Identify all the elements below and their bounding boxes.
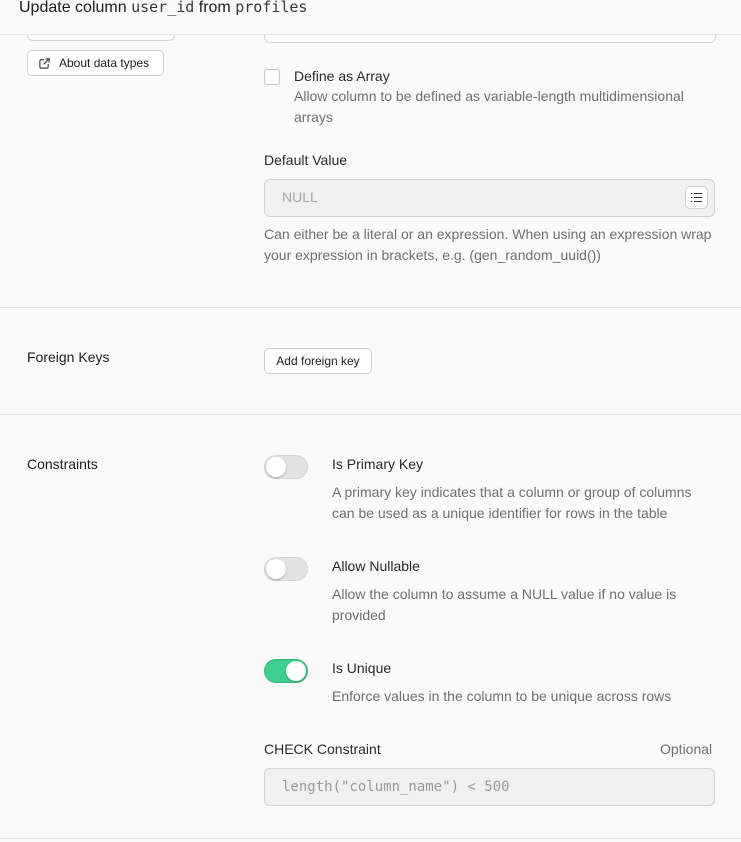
primary-key-label: Is Primary Key bbox=[332, 456, 424, 472]
is-unique-label: Is Unique bbox=[332, 660, 392, 676]
check-constraint-label: CHECK Constraint bbox=[264, 741, 381, 757]
toggle-knob bbox=[266, 559, 286, 579]
section-divider bbox=[0, 838, 741, 839]
list-icon bbox=[691, 192, 702, 203]
about-data-types-button[interactable]: About data types bbox=[27, 50, 164, 76]
add-foreign-key-button[interactable]: Add foreign key bbox=[264, 348, 372, 374]
foreign-keys-title: Foreign Keys bbox=[27, 349, 110, 365]
constraints-title: Constraints bbox=[27, 456, 98, 472]
title-prefix: Update column bbox=[19, 0, 127, 16]
default-value-input[interactable]: NULL bbox=[264, 179, 715, 217]
title-table-name: profiles bbox=[235, 0, 308, 16]
suggestions-list-button[interactable] bbox=[685, 186, 708, 209]
define-as-array-checkbox[interactable] bbox=[264, 69, 280, 85]
primary-key-description: A primary key indicates that a column or… bbox=[332, 484, 692, 521]
toggle-knob bbox=[286, 661, 306, 681]
add-foreign-key-label: Add foreign key bbox=[276, 354, 360, 368]
define-as-array-description: Allow column to be defined as variable-l… bbox=[294, 88, 684, 125]
default-value-label: Default Value bbox=[264, 152, 348, 168]
section-divider bbox=[0, 414, 741, 415]
panel-header: Update column user_id from profiles bbox=[0, 0, 741, 35]
is-unique-description: Enforce values in the column to be uniqu… bbox=[332, 688, 672, 704]
about-data-types-label: About data types bbox=[59, 56, 150, 70]
external-link-icon bbox=[39, 57, 50, 69]
is-unique-toggle[interactable] bbox=[264, 659, 308, 683]
panel-title: Update column user_id from profiles bbox=[19, 0, 307, 17]
toggle-knob bbox=[266, 457, 286, 477]
primary-key-toggle[interactable] bbox=[264, 455, 308, 479]
title-middle: from bbox=[198, 0, 231, 16]
default-value-hint: Can either be a literal or an expression… bbox=[264, 226, 712, 263]
section-divider bbox=[0, 307, 741, 308]
check-constraint-input[interactable]: length("column_name") < 500 bbox=[264, 768, 715, 806]
allow-nullable-description: Allow the column to assume a NULL value … bbox=[332, 586, 677, 623]
title-column-name: user_id bbox=[131, 0, 195, 16]
check-constraint-optional: Optional bbox=[660, 741, 713, 757]
allow-nullable-label: Allow Nullable bbox=[332, 558, 420, 574]
define-as-array-label: Define as Array bbox=[294, 68, 390, 84]
allow-nullable-toggle[interactable] bbox=[264, 557, 308, 581]
